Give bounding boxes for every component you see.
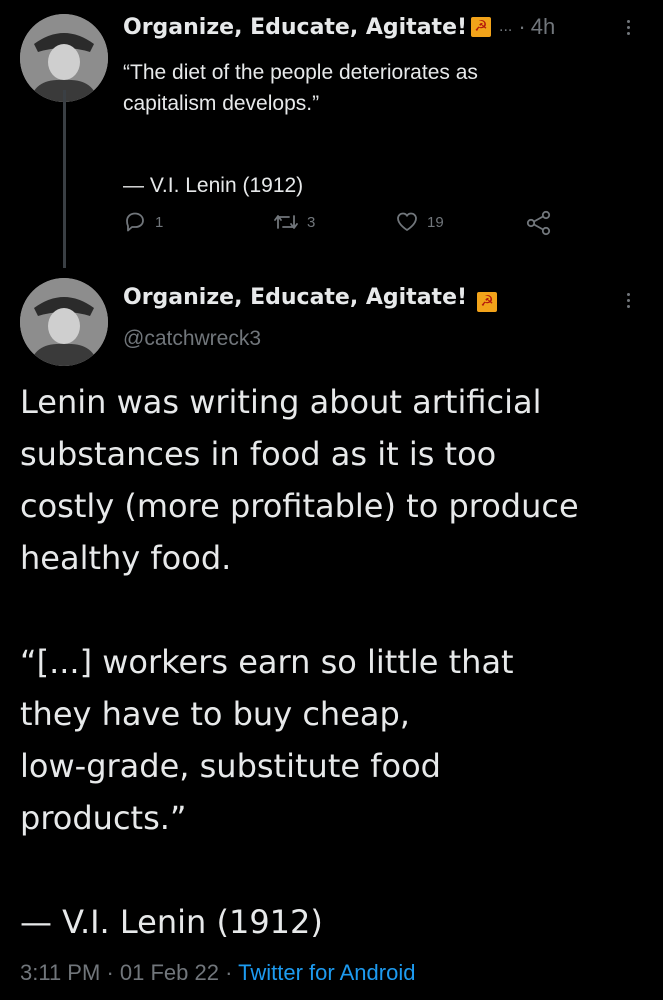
tweet2-date[interactable]: 01 Feb 22 (120, 960, 219, 985)
tweet1-truncation-ellipsis: ... (499, 18, 513, 35)
tweet1-text-line: “The diet of the people deteriorates as (123, 61, 478, 84)
tweet1-text-line (123, 119, 623, 170)
like-count: 19 (427, 213, 444, 231)
meta-separator: · (225, 960, 233, 985)
tweet2-text-line: substances in food as it is too (20, 435, 497, 473)
reply-button[interactable]: 1 (123, 210, 163, 234)
reply-icon (126, 212, 144, 232)
heart-icon (397, 212, 417, 231)
tweet2-handle[interactable]: @catchwreck3 (123, 327, 261, 351)
profile-photo-icon (20, 14, 108, 102)
tweet1-time[interactable]: 4h (531, 14, 555, 40)
thread-connector-line (63, 90, 66, 268)
reply-count: 1 (155, 213, 164, 231)
tweet1-avatar[interactable] (20, 14, 108, 102)
hammer-sickle-flag-icon: ☭ (477, 292, 498, 312)
share-icon (526, 210, 551, 236)
retweet-icon (274, 215, 298, 229)
meta-separator: · (106, 960, 114, 985)
tweet2-author: Organize, Educate, Agitate! ☭ (123, 284, 498, 312)
tweet1-text: “The diet of the people deteriorates as … (123, 57, 623, 201)
tweet2-metadata: 3:11 PM · 01 Feb 22 · Twitter for Androi… (20, 960, 415, 986)
tweet2-text-line: — V.I. Lenin (1912) (20, 903, 323, 941)
tweet2-timestamp[interactable]: 3:11 PM (20, 960, 100, 985)
tweet2-text-line: “[...] workers earn so little that (20, 643, 514, 681)
like-button[interactable]: 19 (395, 210, 444, 234)
tweet2-more-options-icon[interactable] (627, 293, 630, 308)
tweet2-text-line: products.” (20, 799, 187, 837)
tweet2-text-line: they have to buy cheap, (20, 695, 410, 733)
tweet1-text-line: — V.I. Lenin (1912) (123, 174, 304, 197)
share-button[interactable] (525, 210, 561, 236)
tweet2-text-line: low-grade, substitute food (20, 747, 441, 785)
tweet1-separator: · (518, 14, 526, 39)
tweet1-text-line: capitalism develops.” (123, 92, 320, 115)
retweet-button[interactable]: 3 (273, 210, 315, 234)
tweet2-display-name[interactable]: Organize, Educate, Agitate! (123, 285, 467, 310)
tweet2-text-line: Lenin was writing about artificial (20, 383, 542, 421)
tweet2-text-line: healthy food. (20, 539, 232, 577)
tweet1-display-name[interactable]: Organize, Educate, Agitate! (123, 15, 467, 40)
tweet1-header: Organize, Educate, Agitate! ☭ ... · 4h (123, 14, 555, 40)
tweet2-text: Lenin was writing about artificial subst… (20, 376, 650, 948)
hammer-sickle-flag-icon: ☭ (471, 17, 492, 37)
tweet1-action-bar: 1 3 19 (123, 210, 563, 240)
tweet1-more-options-icon[interactable] (627, 20, 630, 35)
tweet2-source-link[interactable]: Twitter for Android (238, 960, 415, 985)
tweet2-text-line: costly (more profitable) to produce (20, 487, 579, 525)
tweet2-avatar[interactable] (20, 278, 108, 366)
retweet-count: 3 (307, 213, 316, 231)
profile-photo-icon (20, 278, 108, 366)
